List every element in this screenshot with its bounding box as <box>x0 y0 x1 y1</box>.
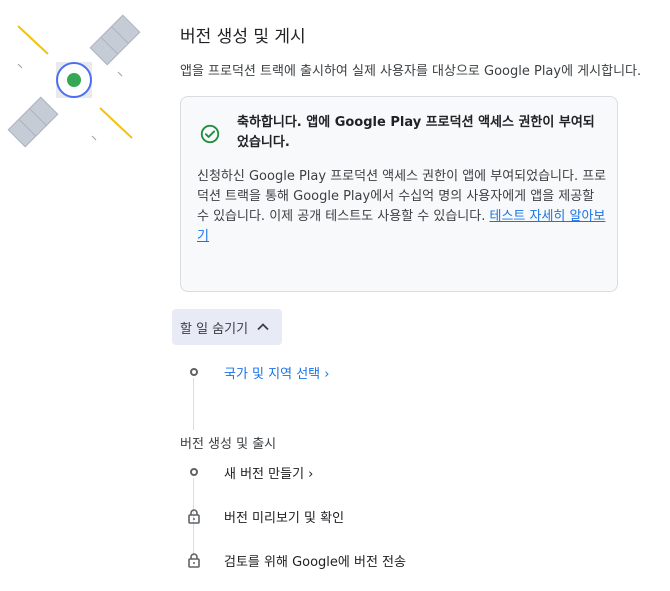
timeline-line <box>193 378 194 430</box>
card-heading: 축하합니다. 앱에 Google Play 프로덕션 액세스 권한이 부여되었습… <box>237 115 595 150</box>
circle-outline-icon <box>190 468 198 476</box>
circle-outline-icon <box>190 368 198 376</box>
preview-release-item: 버전 미리보기 및 확인 <box>224 511 345 526</box>
page-title: 버전 생성 및 게시 <box>180 27 306 47</box>
hide-tasks-button[interactable]: 할 일 숨기기 <box>172 309 282 345</box>
send-for-review-item: 검토를 위해 Google에 버전 전송 <box>224 555 406 570</box>
section-title-create-release: 버전 생성 및 출시 <box>180 437 277 452</box>
success-card: 축하합니다. 앱에 Google Play 프로덕션 액세스 권한이 부여되었습… <box>180 96 618 292</box>
lock-icon <box>188 553 200 568</box>
create-new-release-link[interactable]: 새 버전 만들기 › <box>224 463 313 482</box>
check-circle-icon <box>200 124 220 144</box>
satellite-illustration <box>7 14 141 148</box>
page-subtitle: 앱을 프로덕션 트랙에 출시하여 실제 사용자를 대상으로 Google Pla… <box>180 64 642 79</box>
hide-tasks-label: 할 일 숨기기 <box>180 321 249 337</box>
card-body: 신청하신 Google Play 프로덕션 액세스 권한이 앱에 부여되었습니다… <box>197 167 607 247</box>
lock-icon <box>188 509 200 524</box>
select-countries-link[interactable]: 국가 및 지역 선택 › <box>224 363 329 382</box>
chevron-up-icon <box>257 323 269 331</box>
